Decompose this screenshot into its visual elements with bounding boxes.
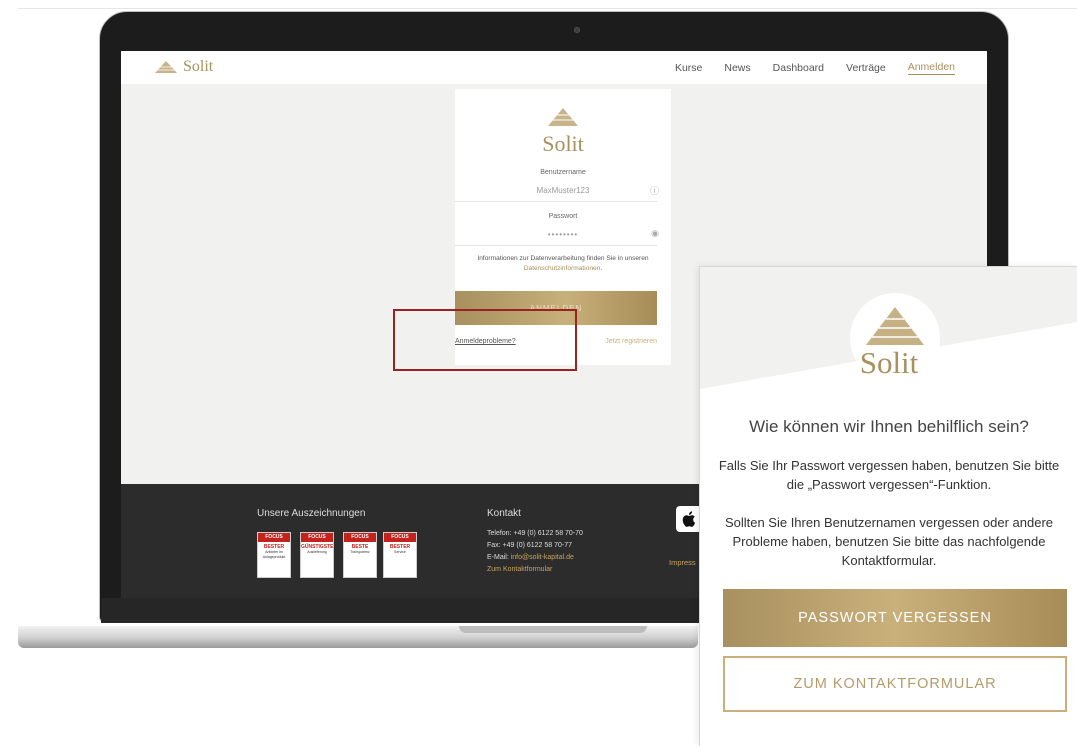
pyramid-icon [548, 108, 578, 126]
award-badge: FOCUS BESTE Transparenz [343, 532, 377, 578]
award-badge: FOCUS BESTER Anbieter im Anlageprodukt [257, 532, 291, 578]
card-brand-name: Solit [542, 131, 584, 156]
nav-news[interactable]: News [724, 62, 750, 74]
field-divider [455, 201, 657, 202]
email-label: E-Mail: [487, 554, 511, 561]
brand-logo[interactable]: Solit [155, 57, 213, 77]
card-logo: Solit [455, 93, 671, 157]
camera-icon [574, 27, 580, 33]
username-input[interactable]: MaxMuster123 [455, 186, 671, 195]
nav-kurse[interactable]: Kurse [675, 62, 702, 74]
help-popup: Solit Wie können wir Ihnen behilflich se… [699, 266, 1077, 746]
awards-title: Unsere Auszeichnungen [257, 508, 366, 519]
info-icon[interactable]: ⓘ [650, 184, 659, 197]
award-sub: Service [394, 550, 406, 554]
divider [18, 8, 1077, 9]
contact-title: Kontakt [487, 508, 521, 519]
popup-para-password: Falls Sie Ihr Passwort vergessen haben, … [718, 458, 1060, 492]
brand-name: Solit [183, 58, 214, 75]
award-brand: FOCUS [301, 533, 333, 542]
laptop-notch [459, 626, 647, 633]
contact-fax: Fax: +49 (0) 6122 58 70-77 [487, 542, 573, 549]
nav-links: Kurse News Dashboard Verträge Anmelden [675, 51, 955, 84]
award-brand: FOCUS [344, 533, 376, 542]
pyramid-icon [155, 61, 177, 73]
password-label: Passwort [548, 213, 578, 220]
forgot-password-button[interactable]: PASSWORT VERGESSEN [723, 589, 1067, 647]
award-brand: FOCUS [384, 533, 416, 542]
contact-email-row: E-Mail: info@solit-kapital.de [487, 554, 574, 561]
award-sub: Transparenz [350, 550, 370, 554]
contact-form-link[interactable]: Zum Kontaktformular [487, 566, 552, 573]
award-badge: FOCUS GÜNSTIGSTE Auslieferung [300, 532, 334, 578]
password-input[interactable]: •••••••• [455, 230, 671, 239]
highlight-box [393, 309, 577, 371]
contact-phone: Telefon: +49 (0) 6122 58 70-70 [487, 530, 583, 537]
username-label: Benutzername [540, 169, 586, 176]
popup-heading: Wie können wir Ihnen behilflich sein? [749, 417, 1029, 436]
privacy-info: Informationen zur Datenverarbeitung find… [455, 254, 671, 274]
popup-para-contact: Sollten Sie Ihren Benutzernamen vergesse… [724, 515, 1054, 568]
nav-dashboard[interactable]: Dashboard [773, 62, 824, 74]
email-link[interactable]: info@solit-kapital.de [511, 554, 574, 561]
nav-vertraege[interactable]: Verträge [846, 62, 886, 74]
privacy-text: Informationen zur Datenverarbeitung find… [477, 255, 649, 262]
privacy-link[interactable]: Datenschutzinformationen [524, 265, 601, 272]
popup-brand-name: Solit [859, 345, 919, 380]
contact-form-button[interactable]: ZUM KONTAKTFORMULAR [723, 656, 1067, 712]
award-sub: Anbieter im Anlageprodukt [262, 550, 286, 559]
eye-icon[interactable]: ◉ [651, 228, 659, 239]
award-badge: FOCUS BESTER Service [383, 532, 417, 578]
impress-link[interactable]: Impress [669, 558, 696, 567]
register-link[interactable]: Jetzt registrieren [605, 338, 657, 345]
field-divider [455, 245, 657, 246]
apple-icon [682, 511, 696, 527]
privacy-end: . [600, 265, 603, 272]
top-nav: Solit Kurse News Dashboard Verträge Anme… [121, 51, 987, 84]
award-brand: FOCUS [258, 533, 290, 542]
stage: Solit Kurse News Dashboard Verträge Anme… [0, 0, 1077, 746]
pyramid-icon [866, 307, 924, 345]
award-sub: Auslieferung [307, 550, 327, 554]
nav-anmelden[interactable]: Anmelden [907, 61, 955, 75]
